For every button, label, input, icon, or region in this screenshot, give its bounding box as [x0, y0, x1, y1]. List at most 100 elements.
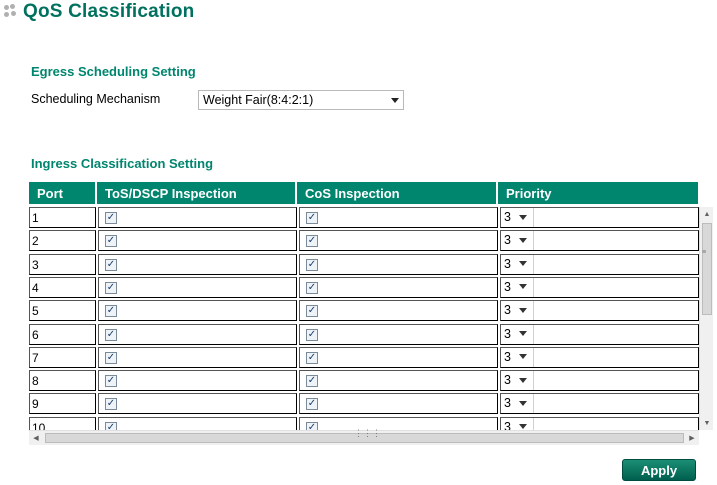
column-header-cos: CoS Inspection — [297, 182, 498, 204]
cos-cell: ✓ — [299, 300, 498, 322]
tos-dscp-checkbox[interactable]: ✓ — [105, 305, 117, 318]
table-row: 5 ✓ ✓ 3 — [29, 300, 699, 322]
priority-select[interactable]: 3 — [504, 327, 527, 341]
ingress-heading: Ingress Classification Setting — [31, 156, 214, 171]
priority-select[interactable]: 3 — [504, 303, 527, 317]
chevron-down-icon — [518, 261, 527, 267]
tos-dscp-checkbox[interactable]: ✓ — [105, 212, 117, 224]
apply-button[interactable]: Apply — [622, 459, 696, 481]
tos-dscp-checkbox[interactable]: ✓ — [105, 398, 117, 411]
scroll-up-icon[interactable]: ▲ — [700, 207, 714, 221]
scroll-left-icon[interactable]: ◀ — [29, 431, 43, 445]
port-cell: 9 — [29, 393, 96, 415]
tos-dscp-checkbox[interactable]: ✓ — [105, 258, 117, 271]
priority-select[interactable]: 3 — [504, 420, 527, 430]
priority-select[interactable]: 3 — [504, 396, 527, 410]
ingress-table-header: Port ToS/DSCP Inspection CoS Inspection … — [29, 182, 698, 204]
divider — [533, 277, 534, 297]
tos-dscp-cell: ✓ — [98, 416, 297, 430]
priority-select[interactable]: 3 — [504, 373, 527, 387]
priority-select[interactable]: 3 — [504, 210, 527, 224]
ingress-table-body: 1 ✓ ✓ 3 2 ✓ ✓ 3 3 ✓ ✓ 3 4 ✓ ✓ 3 5 ✓ ✓ 3 6 ✓ ✓ 3 7 ✓ ✓ 3 8 ✓ ✓ 3 9 ✓ ✓ 3 10 ✓ ✓… — [29, 207, 699, 430]
priority-cell: 3 — [500, 323, 699, 345]
scroll-right-icon[interactable]: ▶ — [685, 431, 699, 445]
priority-cell: 3 — [500, 276, 699, 298]
vertical-scrollbar[interactable]: ▲ ≡ ▼ — [699, 207, 713, 430]
scroll-down-icon[interactable]: ▼ — [700, 416, 714, 430]
priority-value: 3 — [504, 210, 511, 224]
cos-checkbox[interactable]: ✓ — [306, 235, 318, 248]
divider — [533, 208, 534, 227]
tos-dscp-cell: ✓ — [98, 230, 297, 252]
priority-value: 3 — [504, 396, 511, 411]
priority-cell: 3 — [500, 393, 699, 415]
table-row: 7 ✓ ✓ 3 — [29, 346, 699, 368]
cos-checkbox[interactable]: ✓ — [306, 351, 318, 364]
divider — [533, 231, 534, 251]
cos-checkbox[interactable]: ✓ — [306, 421, 318, 430]
priority-cell: 3 — [500, 230, 699, 252]
column-header-priority: Priority — [506, 185, 552, 201]
vertical-scroll-thumb[interactable] — [702, 223, 712, 315]
cos-checkbox[interactable]: ✓ — [306, 398, 318, 411]
cos-cell: ✓ — [299, 416, 498, 430]
horizontal-scrollbar[interactable]: ◀ ⋮⋮⋮ ▶ — [29, 428, 699, 445]
chevron-down-icon — [518, 307, 527, 313]
chevron-down-icon — [391, 97, 399, 103]
column-header-port: Port — [29, 182, 97, 204]
priority-select[interactable]: 3 — [504, 233, 527, 247]
divider — [533, 347, 534, 367]
table-row: 3 ✓ ✓ 3 — [29, 253, 699, 275]
priority-value: 3 — [504, 419, 511, 430]
tos-dscp-cell: ✓ — [98, 276, 297, 298]
port-cell: 5 — [29, 300, 96, 322]
table-row: 9 ✓ ✓ 3 — [29, 393, 699, 415]
cos-cell: ✓ — [299, 253, 498, 275]
tos-dscp-cell: ✓ — [98, 300, 297, 322]
priority-value: 3 — [504, 256, 511, 271]
priority-value: 3 — [504, 373, 511, 388]
chevron-down-icon — [518, 377, 527, 383]
tos-dscp-cell: ✓ — [98, 323, 297, 345]
priority-value: 3 — [504, 326, 511, 341]
cos-checkbox[interactable]: ✓ — [306, 328, 318, 341]
tos-dscp-cell: ✓ — [98, 207, 297, 228]
divider — [533, 394, 534, 414]
tos-dscp-checkbox[interactable]: ✓ — [105, 281, 117, 294]
chevron-down-icon — [518, 284, 527, 290]
tos-dscp-checkbox[interactable]: ✓ — [105, 421, 117, 430]
chevron-down-icon — [518, 424, 527, 430]
port-cell: 4 — [29, 276, 96, 298]
tos-dscp-checkbox[interactable]: ✓ — [105, 375, 117, 388]
priority-select[interactable]: 3 — [504, 350, 527, 364]
priority-value: 3 — [504, 349, 511, 364]
cos-cell: ✓ — [299, 323, 498, 345]
divider — [533, 417, 534, 430]
port-cell: 8 — [29, 370, 96, 392]
cos-checkbox[interactable]: ✓ — [306, 375, 318, 388]
divider — [533, 301, 534, 321]
tos-dscp-checkbox[interactable]: ✓ — [105, 235, 117, 248]
cos-checkbox[interactable]: ✓ — [306, 212, 318, 224]
chevron-down-icon — [518, 400, 527, 406]
tos-dscp-checkbox[interactable]: ✓ — [105, 328, 117, 341]
cos-cell: ✓ — [299, 276, 498, 298]
tos-dscp-cell: ✓ — [98, 253, 297, 275]
cos-checkbox[interactable]: ✓ — [306, 258, 318, 271]
cos-checkbox[interactable]: ✓ — [306, 305, 318, 318]
priority-select[interactable]: 3 — [504, 257, 527, 271]
priority-value: 3 — [504, 233, 511, 248]
egress-heading: Egress Scheduling Setting — [31, 64, 196, 79]
chevron-down-icon — [518, 237, 527, 243]
tos-dscp-cell: ✓ — [98, 393, 297, 415]
port-cell: 3 — [29, 253, 96, 275]
table-row: 4 ✓ ✓ 3 — [29, 276, 699, 298]
scheduling-mechanism-value: Weight Fair(8:4:2:1) — [203, 93, 314, 107]
priority-select[interactable]: 3 — [504, 280, 527, 294]
port-cell: 2 — [29, 230, 96, 252]
chevron-down-icon — [518, 214, 527, 220]
tos-dscp-checkbox[interactable]: ✓ — [105, 351, 117, 364]
scheduling-mechanism-select[interactable]: Weight Fair(8:4:2:1) — [198, 90, 404, 110]
cos-checkbox[interactable]: ✓ — [306, 281, 318, 294]
cos-cell: ✓ — [299, 393, 498, 415]
